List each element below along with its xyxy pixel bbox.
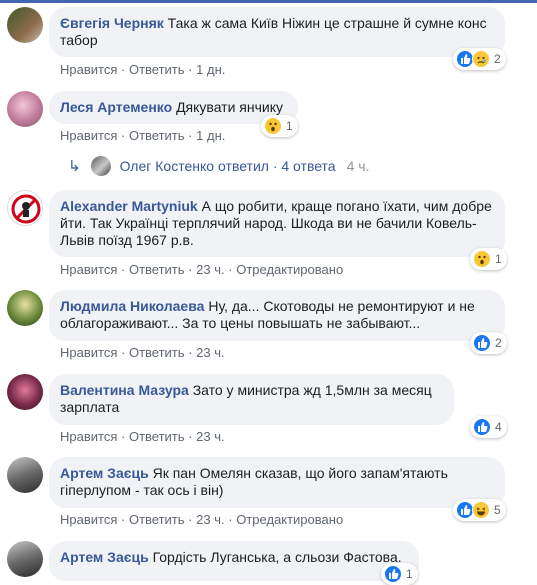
separator: · (121, 345, 126, 360)
like-button[interactable]: Нравится (60, 345, 117, 360)
comment-author[interactable]: Alexander Martyniuk (60, 198, 198, 214)
comment-actions: Нравится · Ответить · 23 ч. · Отредактир… (60, 512, 343, 528)
avatar[interactable] (7, 457, 43, 493)
reactions-summary[interactable]: 1 (261, 115, 298, 137)
like-icon (473, 418, 491, 436)
reactions-summary[interactable]: 5 (453, 499, 506, 521)
comment-author[interactable]: Леся Артеменко (60, 99, 172, 115)
top-divider (0, 0, 537, 3)
wow-icon (264, 117, 282, 135)
wow-icon (473, 250, 491, 268)
reaction-count: 2 (495, 336, 502, 350)
reply-button[interactable]: Ответить (129, 345, 185, 360)
comment-author[interactable]: Людмила Николаева (60, 298, 204, 314)
comment-bubble: Леся Артеменко Дякувати янчику (49, 91, 298, 124)
comment-actions: Нравится · Ответить · 23 ч. (60, 429, 225, 445)
separator: · (121, 62, 126, 77)
reply-count[interactable]: ответил · 4 ответа (218, 158, 336, 174)
comment-bubble: Валентина Мазура Зато у министра жд 1,5м… (49, 374, 454, 425)
like-icon (473, 334, 491, 352)
comment-author[interactable]: Євгегія Черняк (60, 15, 164, 31)
view-replies-link[interactable]: ↳ Олег Костенко ответил · 4 ответа 4 ч. (68, 156, 369, 176)
separator: · (121, 512, 126, 527)
timestamp[interactable]: 1 дн. (196, 128, 225, 143)
comment-author[interactable]: Валентина Мазура (60, 382, 189, 398)
comment-author[interactable]: Артем Заєць (60, 465, 149, 481)
reactions-summary[interactable]: 4 (470, 416, 507, 438)
avatar[interactable] (7, 91, 43, 127)
timestamp[interactable]: 23 ч. (196, 512, 224, 527)
separator: · (121, 262, 126, 277)
comment-actions: Нравится · Ответить · 1 дн. (60, 128, 225, 144)
separator: · (188, 345, 193, 360)
reactions-summary[interactable]: 2 (470, 332, 507, 354)
avatar (90, 156, 111, 176)
like-button[interactable]: Нравится (60, 262, 117, 277)
comment-text: Дякувати янчику (176, 99, 284, 115)
reaction-count: 1 (406, 567, 413, 581)
like-button[interactable]: Нравится (60, 512, 117, 527)
comment-actions: Нравится · Ответить · 1 дн. (60, 62, 225, 78)
like-button[interactable]: Нравится (60, 62, 117, 77)
like-button[interactable]: Нравится (60, 429, 117, 444)
separator: · (121, 128, 126, 143)
like-button[interactable]: Нравится (60, 128, 117, 143)
timestamp[interactable]: 23 ч. (196, 345, 224, 360)
no-sign-icon (11, 194, 41, 224)
separator: · (121, 429, 126, 444)
reply-button[interactable]: Ответить (129, 128, 185, 143)
reply-arrow-icon: ↳ (68, 158, 81, 175)
reaction-count: 2 (494, 52, 501, 66)
comment-actions: Нравится · Ответить · 23 ч. (60, 345, 225, 361)
separator: · (188, 512, 193, 527)
comment-author[interactable]: Артем Заєць (60, 549, 149, 565)
separator: · (228, 512, 233, 527)
edited-label[interactable]: Отредактировано (236, 512, 343, 527)
comment-text: Гордість Луганська, а сльози Фастова. (152, 549, 402, 565)
avatar[interactable] (7, 190, 43, 226)
reply-author[interactable]: Олег Костенко (120, 158, 214, 174)
separator: · (188, 128, 193, 143)
reactions-summary[interactable]: 1 (470, 248, 507, 270)
timestamp[interactable]: 23 ч. (196, 429, 224, 444)
sad-icon (472, 50, 490, 68)
reply-time: 4 ч. (346, 158, 370, 174)
separator: · (228, 262, 233, 277)
comment-bubble: Alexander Martyniuk А що робити, краще п… (49, 190, 505, 257)
separator: · (188, 429, 193, 444)
reply-button[interactable]: Ответить (129, 62, 185, 77)
timestamp[interactable]: 23 ч. (196, 262, 224, 277)
like-icon (384, 565, 402, 583)
comment-bubble: Євгегія Черняк Така ж сама Київ Ніжин це… (49, 7, 505, 57)
avatar[interactable] (7, 290, 43, 326)
reaction-count: 5 (494, 503, 501, 517)
avatar[interactable] (7, 374, 43, 410)
edited-label[interactable]: Отредактировано (236, 262, 343, 277)
haha-icon (472, 501, 490, 519)
reply-button[interactable]: Ответить (129, 512, 185, 527)
avatar[interactable] (7, 7, 43, 43)
comment-bubble: Артем Заєць Як пан Омелян сказав, що йог… (49, 457, 505, 508)
reaction-count: 1 (286, 119, 293, 133)
avatar[interactable] (7, 541, 43, 577)
reactions-summary[interactable]: 2 (453, 48, 506, 70)
comment-bubble: Людмила Николаева Ну, да... Скотоводы не… (49, 290, 505, 341)
separator: · (188, 262, 193, 277)
reaction-count: 4 (495, 420, 502, 434)
reactions-summary[interactable]: 1 (381, 563, 418, 585)
comment-actions: Нравится · Ответить · 23 ч. · Отредактир… (60, 262, 343, 278)
comment-bubble: Артем Заєць Гордість Луганська, а сльози… (49, 541, 419, 581)
reaction-count: 1 (495, 252, 502, 266)
reply-button[interactable]: Ответить (129, 429, 185, 444)
separator: · (188, 62, 193, 77)
timestamp[interactable]: 1 дн. (196, 62, 225, 77)
reply-button[interactable]: Ответить (129, 262, 185, 277)
